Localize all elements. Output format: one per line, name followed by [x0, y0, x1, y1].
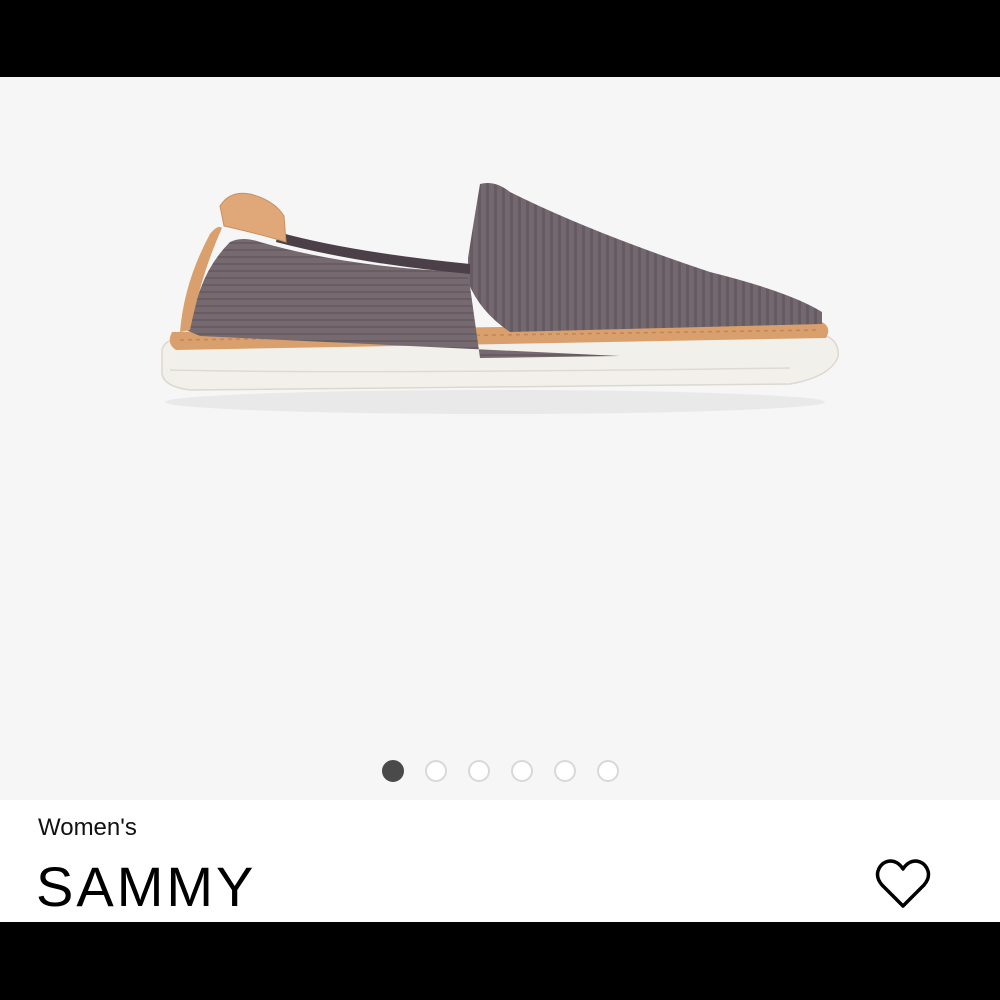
carousel-pagination [0, 760, 1000, 784]
product-image [161, 183, 839, 414]
pagination-dot-3[interactable] [467, 760, 490, 782]
bottom-bar [0, 922, 1000, 1000]
product-category: Women's [38, 814, 137, 841]
pagination-dot-4[interactable] [510, 760, 533, 782]
top-status-bar [0, 0, 1000, 77]
product-image-carousel[interactable] [0, 77, 1000, 800]
pagination-dot-5[interactable] [553, 760, 576, 782]
product-info: Women's SAMMY [0, 800, 1000, 922]
heart-outline-icon[interactable] [874, 858, 932, 910]
pagination-dot-2[interactable] [424, 760, 447, 782]
pagination-dot-1[interactable] [381, 760, 404, 782]
product-title: SAMMY [36, 855, 257, 918]
pagination-dot-6[interactable] [596, 760, 619, 782]
